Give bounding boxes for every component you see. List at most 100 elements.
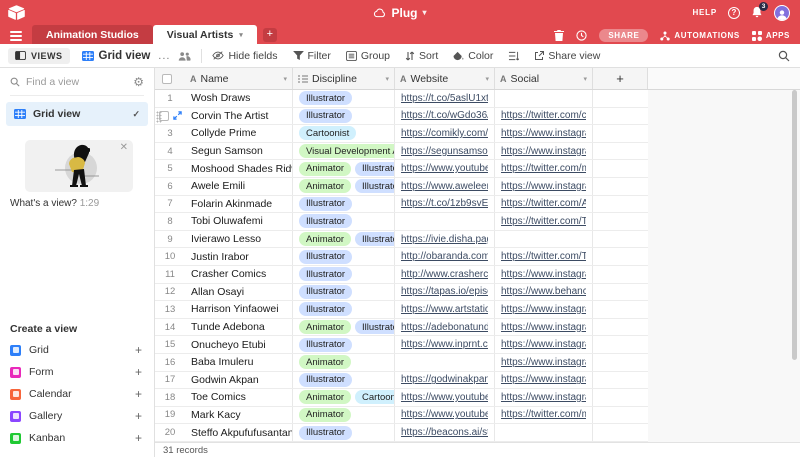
- cell-social[interactable]: https://www.instagram.co...: [495, 318, 593, 336]
- cell-name[interactable]: Folarin Akinmade: [185, 195, 293, 213]
- menu-icon[interactable]: [10, 31, 22, 41]
- social-link[interactable]: https://www.instagram.co...: [501, 146, 586, 157]
- social-link[interactable]: https://twitter.com/A_Kin...: [501, 198, 586, 209]
- cell-discipline[interactable]: AnimatorCartoonist: [293, 389, 395, 406]
- table-row[interactable]: 20 Steffo Akpufufusantana Illustrator https…: [155, 424, 648, 442]
- find-view-input[interactable]: [26, 75, 128, 88]
- website-link[interactable]: https://comikly.com/comi...: [401, 128, 488, 139]
- create-view-grid[interactable]: Grid +: [0, 339, 154, 361]
- cell-social[interactable]: https://twitter.com/mosh...: [495, 160, 593, 177]
- cell-discipline[interactable]: Cartoonist: [293, 125, 395, 142]
- social-link[interactable]: https://www.instagram.co...: [501, 339, 586, 350]
- trash-icon[interactable]: [554, 30, 565, 41]
- cell-name[interactable]: Wosh Draws: [185, 90, 293, 107]
- cell-discipline[interactable]: Animator: [293, 353, 395, 371]
- cell-name[interactable]: Harrison Yinfaowei: [185, 301, 293, 318]
- chevron-down-icon[interactable]: ▾: [485, 75, 489, 83]
- gear-icon[interactable]: ⚙: [133, 76, 144, 88]
- chevron-down-icon[interactable]: ▾: [583, 75, 587, 83]
- sort-button[interactable]: Sort: [405, 50, 438, 62]
- column-header-name[interactable]: A Name ▾: [185, 68, 293, 89]
- cell-social[interactable]: https://www.instagram.co...: [495, 389, 593, 406]
- table-row[interactable]: 10 Justin Irabor Illustrator http://obarand…: [155, 248, 648, 266]
- cell-social[interactable]: https://www.instagram.co...: [495, 142, 593, 160]
- close-icon[interactable]: ✕: [120, 142, 128, 153]
- cell-social[interactable]: https://twitter.com/TheVu...: [495, 248, 593, 265]
- cell-name[interactable]: Segun Samson: [185, 142, 293, 160]
- sidebar-item-grid-view[interactable]: Grid view ✓: [6, 102, 148, 126]
- cell-discipline[interactable]: Illustrator: [293, 248, 395, 265]
- cell-discipline[interactable]: Illustrator: [293, 265, 395, 283]
- cell-discipline[interactable]: AnimatorIllustrator: [293, 177, 395, 195]
- table-row[interactable]: 16 Baba Imuleru Animator https://www.instag…: [155, 353, 648, 372]
- cell-website[interactable]: https://www.youtube.com...: [395, 160, 495, 177]
- social-link[interactable]: https://www.instagram.co...: [501, 374, 586, 385]
- cell-discipline[interactable]: Visual Development Art...: [293, 142, 395, 160]
- vertical-scrollbar[interactable]: [792, 90, 797, 360]
- social-link[interactable]: https://www.instagram.co...: [501, 269, 586, 280]
- website-link[interactable]: https://segunsamson.arts...: [401, 146, 488, 157]
- color-button[interactable]: Color: [453, 50, 493, 62]
- social-link[interactable]: https://www.instagram.co...: [501, 128, 586, 139]
- website-link[interactable]: https://godwinakpan.artst...: [401, 374, 488, 385]
- cell-website[interactable]: https://www.aweleemili.c...: [395, 177, 495, 195]
- cell-discipline[interactable]: Illustrator: [293, 90, 395, 107]
- table-row[interactable]: 5Moshood Shades RidwanAnimatorIllustrato…: [155, 160, 648, 178]
- social-link[interactable]: https://twitter.com/TheVu...: [501, 251, 586, 262]
- cell-name[interactable]: Ivierawo Lesso: [185, 230, 293, 248]
- table-row[interactable]: 8 Tobi Oluwafemi Illustrator https://twitte…: [155, 213, 648, 231]
- website-link[interactable]: https://www.youtube.com...: [401, 409, 488, 420]
- cell-social[interactable]: https://twitter.com/corvin...: [495, 107, 593, 125]
- cell-website[interactable]: https://tapas.io/episode/1...: [395, 283, 495, 301]
- cell-social[interactable]: https://www.behance.net/...: [495, 283, 593, 301]
- website-link[interactable]: https://beacons.ai/steffot...: [401, 427, 488, 438]
- website-link[interactable]: https://www.youtube.com...: [401, 163, 488, 174]
- cell-discipline[interactable]: Illustrator: [293, 301, 395, 318]
- table-row[interactable]: 18Toe ComicsAnimatorCartoonisthttps://ww…: [155, 389, 648, 407]
- collaborators-icon[interactable]: [178, 51, 191, 61]
- social-link[interactable]: https://twitter.com/corvin...: [501, 110, 586, 121]
- column-header-website[interactable]: A Website ▾: [395, 68, 495, 89]
- cell-discipline[interactable]: Illustrator: [293, 283, 395, 301]
- add-table-button[interactable]: +: [262, 28, 277, 42]
- social-link[interactable]: https://www.behance.net/...: [501, 286, 586, 297]
- cell-discipline[interactable]: Animator: [293, 406, 395, 424]
- cell-website[interactable]: [395, 213, 495, 230]
- social-link[interactable]: https://www.instagram.co...: [501, 392, 586, 403]
- website-link[interactable]: https://t.co/5aslU1xtXl?a...: [401, 93, 488, 104]
- cell-website[interactable]: https://t.co/wGdo36A6K...: [395, 107, 495, 125]
- cell-website[interactable]: https://t.co/5aslU1xtXl?a...: [395, 90, 495, 107]
- tab-animation-studios[interactable]: Animation Studios: [32, 25, 153, 44]
- cell-website[interactable]: https://comikly.com/comi...: [395, 125, 495, 142]
- column-header-social[interactable]: A Social ▾: [495, 68, 593, 89]
- cell-name[interactable]: Onucheyo Etubi: [185, 336, 293, 353]
- social-link[interactable]: https://www.instagram.co...: [501, 357, 586, 368]
- select-all-checkbox[interactable]: [162, 73, 172, 84]
- table-row[interactable]: 19 Mark Kacy Animator https://www.youtube.c…: [155, 406, 648, 425]
- current-view-button[interactable]: Grid view: [81, 50, 150, 62]
- cell-social[interactable]: https://twitter.com/A_Kin...: [495, 195, 593, 213]
- chevron-down-icon[interactable]: ▾: [283, 75, 287, 83]
- create-view-gallery[interactable]: Gallery +: [0, 405, 154, 427]
- base-title[interactable]: Plug ▾: [373, 6, 427, 20]
- cell-social[interactable]: https://www.instagram.co...: [495, 177, 593, 195]
- cell-website[interactable]: https://adebonatunde.wix...: [395, 318, 495, 336]
- search-icon[interactable]: [778, 50, 790, 62]
- column-header-discipline[interactable]: Discipline ▾: [293, 68, 395, 89]
- cell-discipline[interactable]: Illustrator: [293, 336, 395, 353]
- row-height-button[interactable]: [508, 51, 520, 61]
- add-view-button[interactable]: +: [135, 365, 142, 379]
- cell-website[interactable]: https://godwinakpan.artst...: [395, 371, 495, 389]
- cell-social[interactable]: [495, 424, 593, 441]
- cell-discipline[interactable]: AnimatorIllustrator: [293, 230, 395, 248]
- cell-social[interactable]: https://www.instagram.co...: [495, 301, 593, 318]
- cell-social[interactable]: https://www.instagram.co...: [495, 336, 593, 353]
- table-row[interactable]: 17 Godwin Akpan Illustrator https://godwina…: [155, 371, 648, 390]
- create-view-form[interactable]: Form +: [0, 361, 154, 383]
- cell-website[interactable]: https://www.inprnt.com/g...: [395, 336, 495, 353]
- share-button[interactable]: SHARE: [599, 29, 649, 42]
- table-row[interactable]: 15 Onucheyo Etubi Illustrator https://www.i…: [155, 336, 648, 354]
- cell-social[interactable]: https://www.instagram.co...: [495, 371, 593, 389]
- website-link[interactable]: https://t.co/wGdo36A6K...: [401, 110, 488, 121]
- share-view-button[interactable]: Share view: [534, 50, 600, 62]
